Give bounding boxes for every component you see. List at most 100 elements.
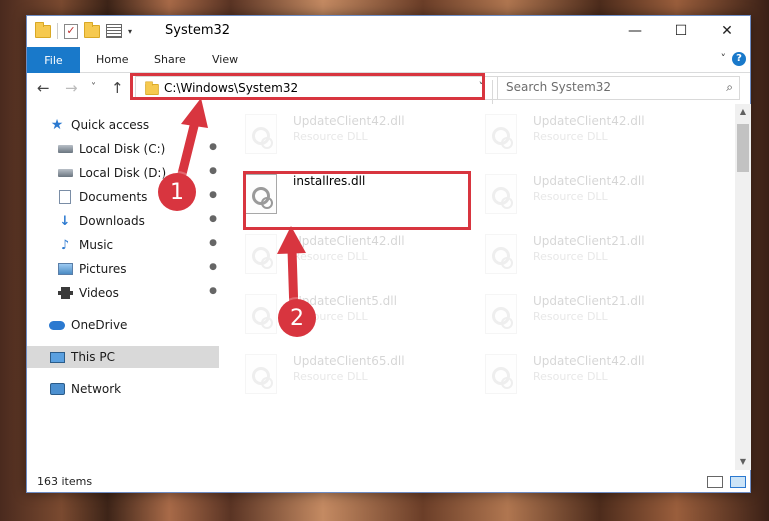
tab-home[interactable]: Home	[96, 53, 128, 66]
drive-icon	[57, 142, 73, 156]
pin-icon[interactable]: ●	[209, 166, 217, 176]
sidebar-item-label: OneDrive	[71, 318, 128, 332]
sidebar-item-label: Pictures	[79, 262, 127, 276]
minimize-button[interactable]: —	[612, 16, 658, 46]
file-name: UpdateClient65.dll	[293, 354, 405, 368]
sidebar-item-downloads[interactable]: ↓ Downloads ●	[27, 210, 219, 232]
search-input[interactable]	[506, 80, 706, 94]
file-item[interactable]: UpdateClient5.dll Resource DLL	[227, 288, 457, 338]
back-button[interactable]: ←	[37, 79, 50, 97]
file-name: UpdateClient42.dll	[533, 354, 645, 368]
drive-icon	[57, 166, 73, 180]
details-view-icon[interactable]	[707, 476, 723, 488]
dll-file-icon	[245, 234, 277, 274]
onedrive-icon	[49, 318, 65, 332]
file-item[interactable]: UpdateClient42.dll Resource DLL	[467, 168, 697, 218]
pin-icon[interactable]: ●	[209, 190, 217, 200]
file-item[interactable]: UpdateClient42.dll Resource DLL	[467, 108, 697, 158]
new-folder-icon[interactable]	[84, 21, 100, 38]
up-button[interactable]: ↑	[111, 79, 124, 97]
sidebar-item-quick-access[interactable]: ★ Quick access	[27, 114, 219, 136]
expand-ribbon-icon[interactable]: ˅	[721, 52, 727, 65]
this-pc-icon	[49, 350, 65, 364]
pin-icon[interactable]: ●	[209, 238, 217, 248]
help-icon[interactable]: ?	[732, 52, 746, 66]
window-title: System32	[165, 23, 231, 38]
file-name: UpdateClient21.dll	[533, 234, 645, 248]
file-item[interactable]: UpdateClient21.dll Resource DLL	[467, 228, 697, 278]
file-name: UpdateClient42.dll	[533, 114, 645, 128]
scroll-up-icon[interactable]: ▲	[735, 104, 751, 120]
step-1-badge: 1	[158, 173, 196, 211]
star-icon: ★	[50, 117, 64, 133]
sidebar-item-local-disk-c[interactable]: Local Disk (C:) ●	[27, 138, 219, 160]
window-controls: — ☐ ✕	[612, 16, 750, 46]
scroll-down-icon[interactable]: ▼	[735, 454, 751, 470]
file-type: Resource DLL	[533, 250, 608, 263]
quick-access-toolbar: ✓ ▾	[35, 21, 132, 39]
customize-icon[interactable]	[106, 24, 122, 38]
file-item[interactable]: UpdateClient65.dll Resource DLL	[227, 348, 457, 398]
file-highlight-box	[243, 171, 471, 230]
toolbar-divider	[57, 23, 58, 39]
sidebar-item-label: This PC	[71, 350, 115, 364]
properties-check-icon[interactable]: ✓	[64, 23, 78, 39]
vertical-scrollbar[interactable]: ▲ ▼	[735, 104, 751, 470]
recent-locations-button[interactable]: ˅	[91, 82, 96, 93]
sidebar-item-label: Local Disk (D:)	[79, 166, 167, 180]
maximize-button[interactable]: ☐	[658, 16, 704, 46]
pin-icon[interactable]: ●	[209, 214, 217, 224]
large-icons-view-icon[interactable]	[730, 476, 746, 488]
dll-file-icon	[485, 354, 517, 394]
file-type: Resource DLL	[533, 130, 608, 143]
videos-icon	[57, 286, 73, 300]
folder-icon[interactable]	[35, 21, 51, 38]
sidebar-item-onedrive[interactable]: OneDrive	[27, 314, 219, 336]
search-box[interactable]: ⌕	[497, 76, 740, 100]
sidebar-item-label: Music	[79, 238, 114, 252]
dll-file-icon	[485, 174, 517, 214]
pin-icon[interactable]: ●	[209, 262, 217, 272]
dll-file-icon	[485, 114, 517, 154]
navigation-pane: ★ Quick access Local Disk (C:) ● Local D…	[27, 104, 219, 470]
address-highlight-box	[130, 73, 485, 100]
sidebar-item-label: Documents	[79, 190, 148, 204]
item-count: 163 items	[37, 475, 93, 488]
status-bar: 163 items	[27, 470, 750, 493]
file-type: Resource DLL	[293, 250, 368, 263]
tab-file[interactable]: File	[27, 47, 80, 73]
sidebar-item-label: Downloads	[79, 214, 145, 228]
scroll-thumb[interactable]	[737, 124, 749, 172]
search-icon[interactable]: ⌕	[726, 80, 733, 95]
sidebar-item-videos[interactable]: Videos ●	[27, 282, 219, 304]
dll-file-icon	[245, 294, 277, 334]
title-bar: ✓ ▾ System32 — ☐ ✕	[27, 16, 750, 46]
pin-icon[interactable]: ●	[209, 286, 217, 296]
file-type: Resource DLL	[533, 310, 608, 323]
documents-icon	[57, 190, 73, 204]
dll-file-icon	[245, 114, 277, 154]
sidebar-item-pictures[interactable]: Pictures ●	[27, 258, 219, 280]
file-name: UpdateClient42.dll	[293, 114, 405, 128]
file-item[interactable]: UpdateClient42.dll Resource DLL	[227, 108, 457, 158]
sidebar-item-label: Quick access	[71, 118, 150, 132]
dll-file-icon	[485, 234, 517, 274]
file-item[interactable]: UpdateClient42.dll Resource DLL	[467, 348, 697, 398]
tab-share[interactable]: Share	[154, 53, 186, 66]
music-icon: ♪	[60, 237, 70, 253]
dll-file-icon	[485, 294, 517, 334]
sidebar-item-this-pc[interactable]: This PC	[27, 346, 219, 368]
pin-icon[interactable]: ●	[209, 142, 217, 152]
file-item[interactable]: UpdateClient21.dll Resource DLL	[467, 288, 697, 338]
ribbon-tabs: File Home Share View ˅ ?	[27, 46, 750, 73]
file-type: Resource DLL	[293, 130, 368, 143]
sidebar-item-label: Videos	[79, 286, 119, 300]
tab-view[interactable]: View	[212, 53, 238, 66]
qat-dropdown-icon[interactable]: ▾	[128, 27, 132, 36]
close-button[interactable]: ✕	[704, 16, 750, 46]
sidebar-item-music[interactable]: ♪ Music ●	[27, 234, 219, 256]
sidebar-item-network[interactable]: Network	[27, 378, 219, 400]
file-type: Resource DLL	[533, 370, 608, 383]
forward-button[interactable]: →	[65, 79, 78, 97]
file-item[interactable]: UpdateClient42.dll Resource DLL	[227, 228, 457, 278]
